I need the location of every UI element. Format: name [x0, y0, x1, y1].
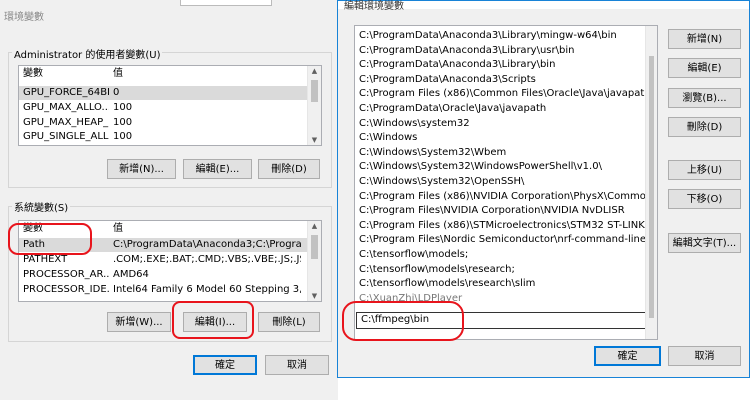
- table-row[interactable]: PATHEXT .COM;.EXE;.BAT;.CMD;.VBS;.VBE;.J…: [19, 253, 321, 267]
- row-variable: PROCESSOR_IDE...: [23, 284, 109, 295]
- column-header-value[interactable]: 值: [113, 67, 301, 81]
- row-value: C:\ProgramData\Anaconda3;C:\Program...: [113, 239, 301, 250]
- list-item[interactable]: C:\ProgramData\Anaconda3\Library\usr\bin: [355, 44, 651, 59]
- list-item[interactable]: C:\ProgramData\Anaconda3\Scripts: [355, 73, 651, 88]
- row-variable: PATHEXT: [23, 254, 68, 265]
- system-new-button[interactable]: 新增(W)...: [107, 312, 171, 332]
- ok-button[interactable]: 確定: [193, 355, 257, 375]
- delete-button[interactable]: 刪除(D): [668, 117, 741, 137]
- system-delete-button[interactable]: 刪除(L): [258, 312, 320, 332]
- user-variables-list[interactable]: 變數 值 GPU_FORCE_64BI... 0 GPU_MAX_ALLO...…: [18, 65, 322, 146]
- row-value: 100: [113, 102, 133, 113]
- title-bar: 編輯環境變數: [338, 1, 749, 12]
- list-item[interactable]: C:\Program Files\NVIDIA Corporation\NVID…: [355, 204, 651, 219]
- list-item[interactable]: C:\tensorflow\models;: [355, 248, 651, 263]
- annotation-circle-edit-button: [172, 301, 254, 339]
- list-item[interactable]: C:\Program Files\Nordic Semiconductor\nr…: [355, 233, 651, 248]
- vertical-scrollbar[interactable]: ▲ ▼: [307, 66, 321, 145]
- row-value: Intel64 Family 6 Model 60 Stepping 3, Ge…: [113, 284, 301, 295]
- user-new-button[interactable]: 新增(N)...: [107, 159, 176, 179]
- edit-environment-variable-dialog: 編輯環境變數 C:\ProgramData\Anaconda3\Library\…: [337, 0, 750, 378]
- vertical-scrollbar[interactable]: ▲ ▼: [307, 221, 321, 301]
- list-item[interactable]: C:\Windows\System32\OpenSSH\: [355, 175, 651, 190]
- annotation-circle-ffmpeg-entry: [342, 301, 464, 341]
- scrollbar-thumb[interactable]: [649, 56, 654, 318]
- table-row[interactable]: PROCESSOR_IDE... Intel64 Family 6 Model …: [19, 283, 321, 297]
- table-row[interactable]: PROCESSOR_AR... AMD64: [19, 268, 321, 282]
- scroll-down-icon[interactable]: ▼: [308, 136, 321, 144]
- table-row[interactable]: GPU_FORCE_64BI... 0: [19, 86, 321, 100]
- background-window-fragment: [480, 378, 750, 400]
- list-item[interactable]: C:\ProgramData\Oracle\Java\javapath: [355, 102, 651, 117]
- environment-variables-dialog: 環境變數 Administrator 的使用者變數(U) 變數 值 GPU_FO…: [0, 0, 338, 400]
- list-item[interactable]: C:\ProgramData\Anaconda3\Library\mingw-w…: [355, 29, 651, 44]
- list-item[interactable]: C:\Windows\System32\Wbem: [355, 146, 651, 161]
- row-variable: GPU_MAX_ALLO...: [23, 102, 109, 113]
- vertical-scrollbar[interactable]: [645, 26, 657, 339]
- row-value: 100: [113, 117, 133, 128]
- scroll-up-icon[interactable]: ▲: [308, 67, 321, 75]
- cancel-button[interactable]: 取消: [668, 346, 741, 366]
- annotation-circle-path: [8, 223, 92, 255]
- list-item[interactable]: C:\tensorflow\models\research;: [355, 263, 651, 278]
- row-value: 100: [113, 131, 133, 142]
- cancel-button[interactable]: 取消: [265, 355, 329, 375]
- column-header-variable[interactable]: 變數: [23, 67, 109, 81]
- edit-button[interactable]: 編輯(E): [668, 58, 741, 78]
- row-value: AMD64: [113, 269, 149, 280]
- list-header: 變數 值: [19, 67, 321, 81]
- list-item[interactable]: C:\Windows\System32\WindowsPowerShell\v1…: [355, 160, 651, 175]
- user-delete-button[interactable]: 刪除(D): [258, 159, 320, 179]
- ok-button[interactable]: 確定: [594, 346, 661, 366]
- table-row[interactable]: GPU_SINGLE_ALL... 100: [19, 130, 321, 144]
- dialog-title: 編輯環境變數: [344, 1, 404, 12]
- user-edit-button[interactable]: 編輯(E)...: [183, 159, 252, 179]
- scroll-up-icon[interactable]: ▲: [308, 222, 321, 230]
- column-header-value[interactable]: 值: [113, 222, 301, 236]
- table-row[interactable]: GPU_MAX_ALLO... 100: [19, 101, 321, 115]
- user-variables-label: Administrator 的使用者變數(U): [12, 46, 163, 61]
- row-variable: GPU_MAX_HEAP_...: [23, 117, 109, 128]
- row-value: .COM;.EXE;.BAT;.CMD;.VBS;.VBE;.JS;.JSE;.…: [113, 254, 301, 265]
- move-up-button[interactable]: 上移(U): [668, 160, 741, 180]
- row-variable: GPU_SINGLE_ALL...: [23, 131, 109, 142]
- path-entries-list[interactable]: C:\ProgramData\Anaconda3\Library\mingw-w…: [354, 25, 658, 340]
- list-item[interactable]: C:\Program Files (x86)\NVIDIA Corporatio…: [355, 190, 651, 205]
- new-button[interactable]: 新增(N): [668, 29, 741, 49]
- scrollbar-thumb[interactable]: [311, 235, 318, 259]
- move-down-button[interactable]: 下移(O): [668, 189, 741, 209]
- row-variable: GPU_FORCE_64BI...: [23, 87, 109, 98]
- edit-text-button[interactable]: 編輯文字(T)...: [668, 233, 741, 253]
- list-item[interactable]: C:\Windows\system32: [355, 117, 651, 132]
- system-variables-label: 系統變數(S): [12, 199, 71, 214]
- scroll-down-icon[interactable]: ▼: [308, 292, 321, 300]
- list-item[interactable]: C:\Windows: [355, 131, 651, 146]
- table-row[interactable]: GPU_MAX_HEAP_... 100: [19, 116, 321, 130]
- list-item[interactable]: C:\ProgramData\Anaconda3\Library\bin: [355, 58, 651, 73]
- tab-strip-fragment: [180, 0, 272, 6]
- row-value: 0: [113, 87, 120, 98]
- dialog-title: 環境變數: [4, 12, 44, 23]
- row-variable: PROCESSOR_AR...: [23, 269, 109, 280]
- list-item[interactable]: C:\Program Files (x86)\Common Files\Orac…: [355, 87, 651, 102]
- browse-button[interactable]: 瀏覽(B)...: [668, 88, 741, 108]
- list-item[interactable]: C:\tensorflow\models\research\slim: [355, 277, 651, 292]
- list-item[interactable]: C:\Program Files (x86)\STMicroelectronic…: [355, 219, 651, 234]
- scrollbar-thumb[interactable]: [311, 80, 318, 102]
